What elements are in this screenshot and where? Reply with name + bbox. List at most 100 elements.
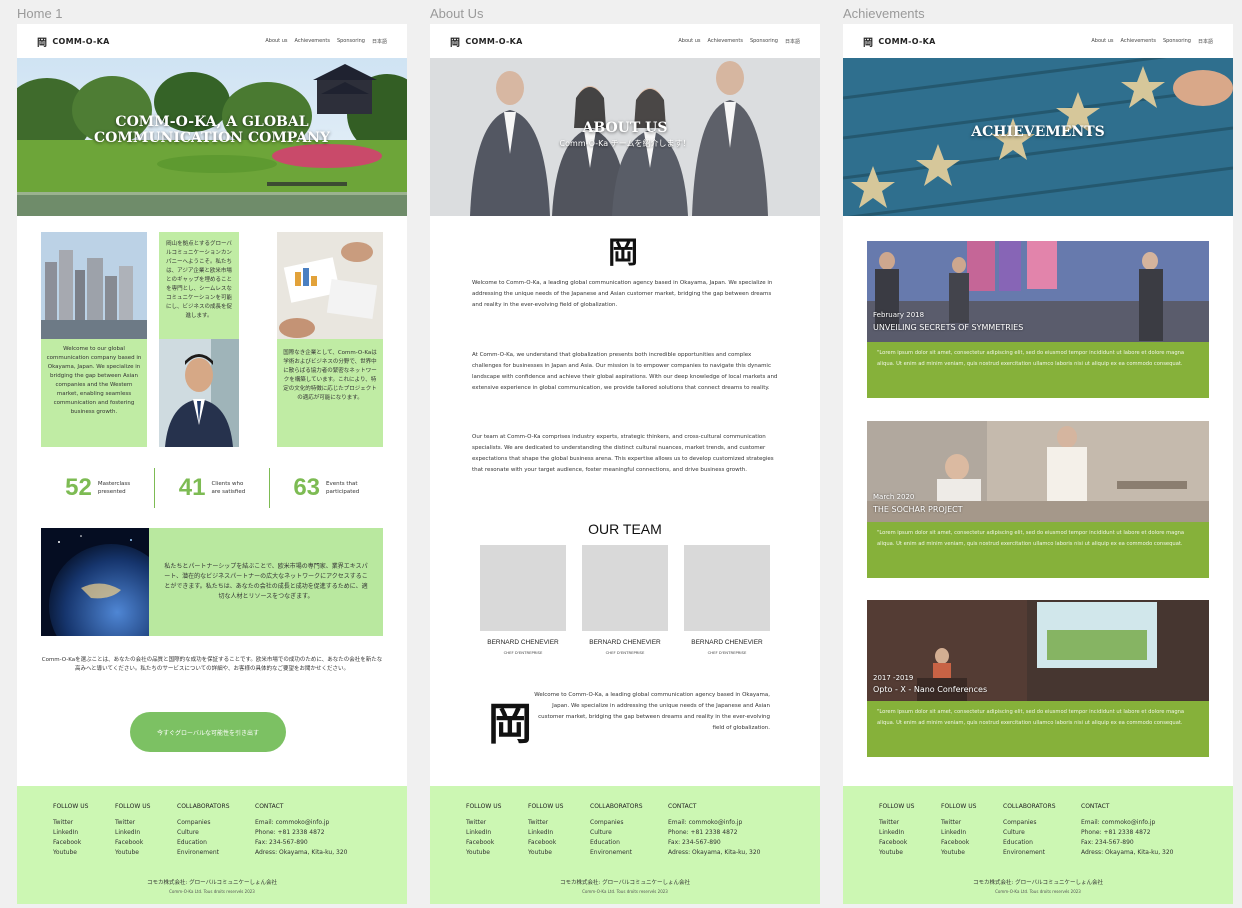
footer-link-environment[interactable]: Environement — [177, 848, 245, 858]
team-hero-image — [430, 58, 820, 216]
nav-about[interactable]: About us — [1091, 38, 1113, 45]
nav-achievements[interactable]: Achievements — [708, 38, 743, 45]
footer-link-youtube[interactable]: Youtube — [879, 848, 931, 858]
footer-copyright-jp: コモカ株式会社: グローバルコミュニケーしょん会社 — [560, 880, 690, 886]
footer-link-twitter[interactable]: Twitter — [528, 818, 580, 828]
nav-language[interactable]: 日本語 — [785, 38, 800, 45]
achievement-card[interactable]: 2017 -2019 Opto - X - Nano Conferences "… — [867, 600, 1209, 757]
team-member[interactable]: BERNARD CHENEVIER CHEF D'ENTREPRISE — [480, 545, 566, 655]
footer-col-social-2: FOLLOW US Twitter LinkedIn Facebook Yout… — [528, 802, 580, 858]
footer-link-linkedin[interactable]: LinkedIn — [528, 828, 580, 838]
business-charts-photo — [277, 232, 383, 339]
frame-label-home: Home 1 — [17, 6, 63, 21]
achievement-card[interactable]: February 2018 UNVEILING SECRETS OF SYMME… — [867, 241, 1209, 398]
footer-link-environment[interactable]: Environement — [590, 848, 658, 858]
footer-copyright-en: Comm-O-Ka Ltd. Tous droits reservés 2023 — [995, 889, 1081, 894]
footer-col-collaborators: COLLABORATORS Companies Culture Educatio… — [1003, 802, 1071, 858]
logo-text: COMM-O-KA — [465, 36, 523, 46]
footer-link-facebook[interactable]: Facebook — [941, 838, 993, 848]
footer-link-linkedin[interactable]: LinkedIn — [53, 828, 105, 838]
achievement-photo: February 2018 UNVEILING SECRETS OF SYMME… — [867, 241, 1209, 342]
footer-link-twitter[interactable]: Twitter — [53, 818, 105, 828]
footer-link-culture[interactable]: Culture — [1003, 828, 1071, 838]
footer-link-companies[interactable]: Companies — [1003, 818, 1071, 828]
footer-contact-phone: Phone: +81 2338 4872 — [1081, 829, 1151, 836]
footer-link-youtube[interactable]: Youtube — [115, 848, 167, 858]
hero-banner: COMM-O-KA, A GLOBAL COMMUNICATION COMPAN… — [17, 58, 407, 216]
footer-link-twitter[interactable]: Twitter — [941, 818, 993, 828]
achievement-card[interactable]: March 2020 THE SOCHAR PROJECT "Lorem ips… — [867, 421, 1209, 578]
logo[interactable]: 岡 COMM-O-KA — [863, 34, 936, 49]
member-name: BERNARD CHENEVIER — [589, 639, 661, 646]
logo-text: COMM-O-KA — [878, 36, 936, 46]
achievement-date: February 2018 — [873, 311, 925, 319]
footer-link-youtube[interactable]: Youtube — [53, 848, 105, 858]
site-header: 岡 COMM-O-KA About us Achievements Sponso… — [843, 24, 1233, 58]
footer-contact-address: Adress: Okayama, Kita-ku, 320 — [1081, 849, 1174, 856]
nav-about[interactable]: About us — [678, 38, 700, 45]
stat-label: Events that participated — [326, 481, 360, 495]
team-member[interactable]: BERNARD CHENEVIER CHEF D'ENTREPRISE — [582, 545, 668, 655]
footer-link-education[interactable]: Education — [590, 838, 658, 848]
kanji-logo-large: 岡 — [488, 699, 532, 750]
globe-image — [41, 528, 149, 636]
footer-col-contact: CONTACT Email: commoko@info.jp Phone: +8… — [1081, 803, 1174, 856]
footer-link-linkedin[interactable]: LinkedIn — [115, 828, 167, 838]
member-role: CHEF D'ENTREPRISE — [605, 650, 645, 655]
achievements-frame: 岡 COMM-O-KA About us Achievements Sponso… — [843, 24, 1233, 904]
footer-link-twitter[interactable]: Twitter — [115, 818, 167, 828]
footer-link-youtube[interactable]: Youtube — [941, 848, 993, 858]
footer-contact-address: Adress: Okayama, Kita-ku, 320 — [668, 849, 761, 856]
stat-number: 63 — [293, 474, 321, 501]
footer-link-facebook[interactable]: Facebook — [53, 838, 105, 848]
footer-link-twitter[interactable]: Twitter — [879, 818, 931, 828]
footer-contact-phone: Phone: +81 2338 4872 — [255, 829, 325, 836]
footer-link-facebook[interactable]: Facebook — [879, 838, 931, 848]
logo[interactable]: 岡 COMM-O-KA — [37, 34, 110, 49]
nav-sponsoring[interactable]: Sponsoring — [1163, 38, 1191, 45]
nav-about[interactable]: About us — [265, 38, 287, 45]
cta-button[interactable]: 今すぐグローバルな可能性を引き出す — [130, 712, 286, 752]
achievements-hero-title: ACHIEVEMENTS — [971, 124, 1105, 140]
footer-link-education[interactable]: Education — [1003, 838, 1071, 848]
team-member[interactable]: BERNARD CHENEVIER CHEF D'ENTREPRISE — [684, 545, 770, 655]
footer-link-linkedin[interactable]: LinkedIn — [941, 828, 993, 838]
footer-link-linkedin[interactable]: LinkedIn — [466, 828, 518, 838]
team-title: OUR TEAM — [588, 521, 662, 537]
footer-contact-email[interactable]: Email: commoko@info.jp — [255, 818, 348, 828]
footer-contact-email[interactable]: Email: commoko@info.jp — [668, 818, 761, 828]
footer-link-companies[interactable]: Companies — [590, 818, 658, 828]
footer-contact-fax: Fax: 234-567-890 — [668, 839, 721, 846]
footer-contact-email[interactable]: Email: commoko@info.jp — [1081, 818, 1174, 828]
nav-achievements[interactable]: Achievements — [295, 38, 330, 45]
footer-col-social-2: FOLLOW US Twitter LinkedIn Facebook Yout… — [941, 802, 993, 858]
nav-language[interactable]: 日本語 — [372, 38, 387, 45]
nav-language[interactable]: 日本語 — [1198, 38, 1213, 45]
footer-link-environment[interactable]: Environement — [1003, 848, 1071, 858]
footer-link-twitter[interactable]: Twitter — [466, 818, 518, 828]
frame-label-achievements: Achievements — [843, 6, 925, 21]
member-name: BERNARD CHENEVIER — [487, 639, 559, 646]
footer-link-culture[interactable]: Culture — [177, 828, 245, 838]
footer-link-facebook[interactable]: Facebook — [115, 838, 167, 848]
member-photo-placeholder — [582, 545, 668, 631]
achievement-title: THE SOCHAR PROJECT — [873, 505, 963, 514]
footer-link-linkedin[interactable]: LinkedIn — [879, 828, 931, 838]
logo[interactable]: 岡 COMM-O-KA — [450, 34, 523, 49]
footer-link-education[interactable]: Education — [177, 838, 245, 848]
nav-achievements[interactable]: Achievements — [1121, 38, 1156, 45]
footer-contact-address: Adress: Okayama, Kita-ku, 320 — [255, 849, 348, 856]
footer-link-facebook[interactable]: Facebook — [528, 838, 580, 848]
footer-link-companies[interactable]: Companies — [177, 818, 245, 828]
nav-sponsoring[interactable]: Sponsoring — [750, 38, 778, 45]
footer-link-facebook[interactable]: Facebook — [466, 838, 518, 848]
about-hero-title: ABOUT US — [582, 120, 668, 136]
footer-link-youtube[interactable]: Youtube — [528, 848, 580, 858]
footer-link-culture[interactable]: Culture — [590, 828, 658, 838]
about-frame: 岡 COMM-O-KA About us Achievements Sponso… — [430, 24, 820, 904]
about-hero-subtitle: Comm-O-Ka チームを紹介します！ — [559, 139, 691, 148]
footer-link-youtube[interactable]: Youtube — [466, 848, 518, 858]
nav-sponsoring[interactable]: Sponsoring — [337, 38, 365, 45]
footer-col-collaborators: COLLABORATORS Companies Culture Educatio… — [177, 802, 245, 858]
stat-number: 41 — [178, 474, 206, 501]
